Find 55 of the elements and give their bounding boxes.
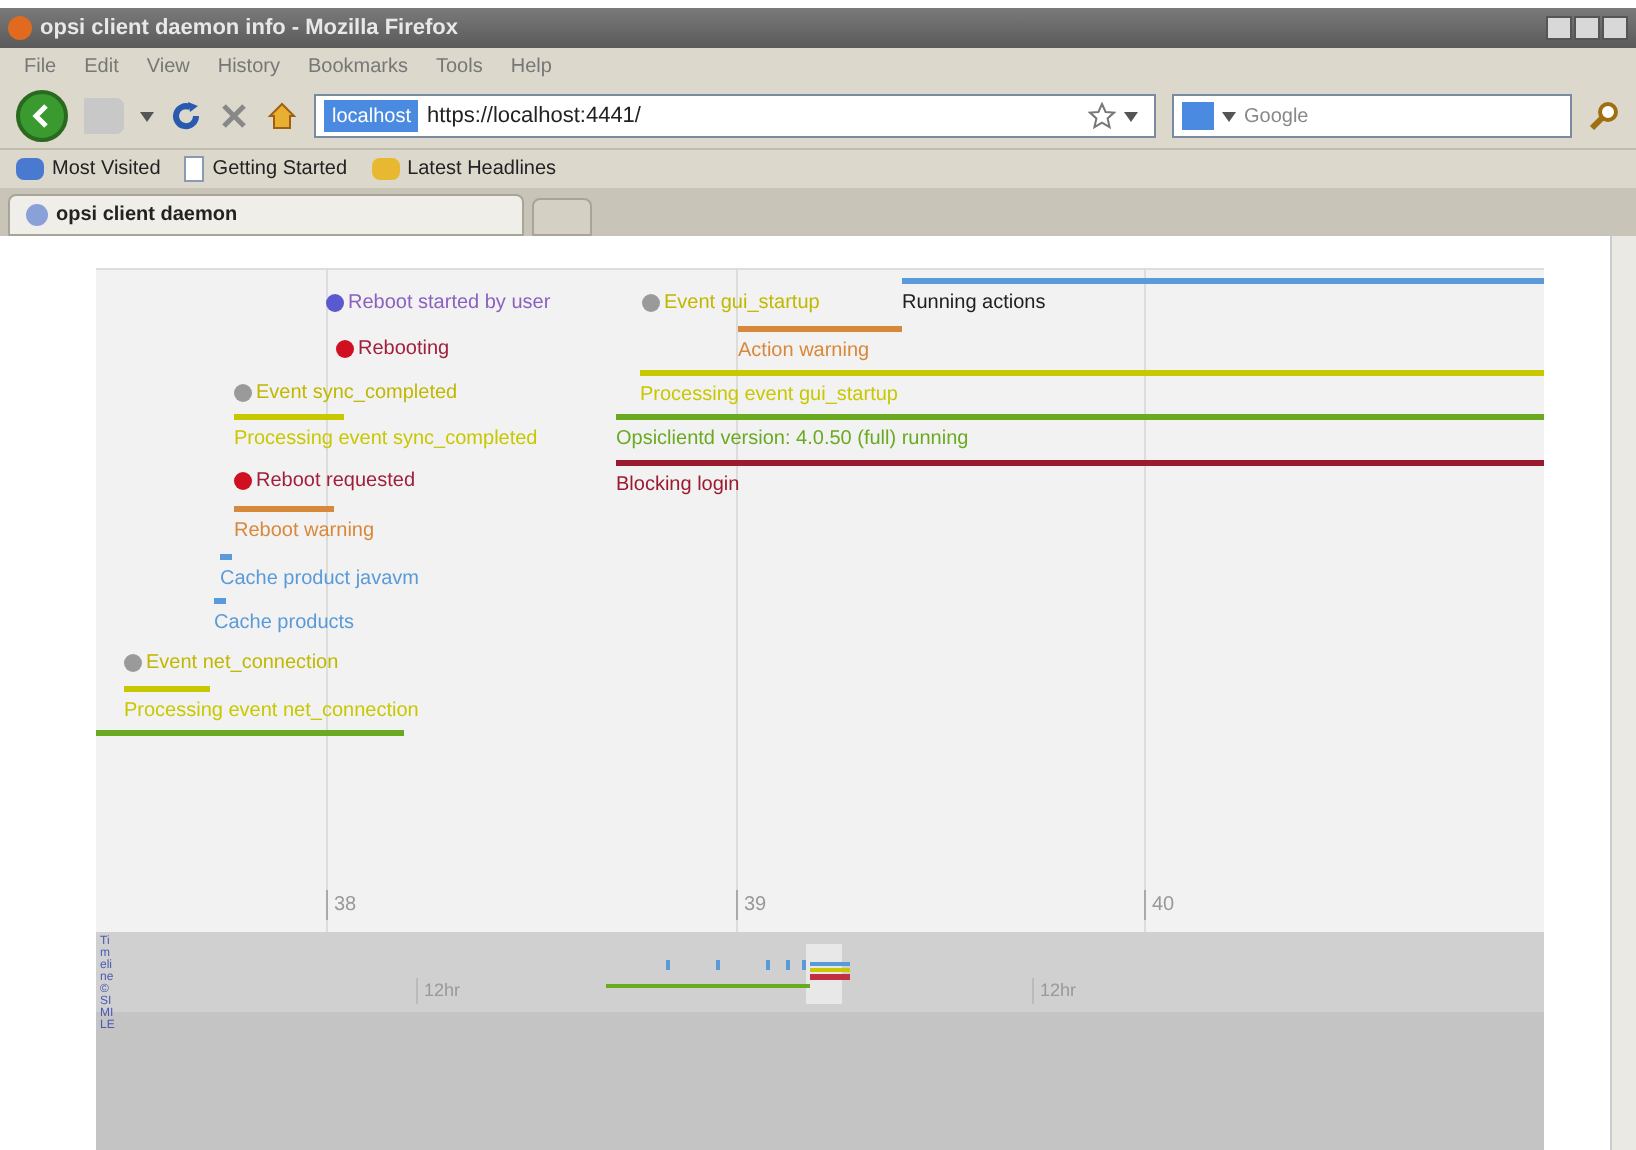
address-field[interactable]: localhost https://localhost:4441/ (314, 94, 1156, 138)
menu-item[interactable]: Edit (84, 51, 119, 81)
scrollbar[interactable] (1610, 236, 1636, 1150)
event-label[interactable]: Processing event sync_completed (234, 424, 538, 454)
home-icon[interactable] (266, 100, 298, 132)
menu-item[interactable]: Tools (436, 51, 483, 81)
globe-icon (26, 204, 48, 226)
folder-icon (371, 158, 400, 180)
search-icon[interactable] (1588, 100, 1620, 132)
dropdown-arrow-icon[interactable] (1222, 111, 1236, 121)
search-input[interactable]: Google (1244, 101, 1562, 131)
search-field[interactable]: Google (1172, 94, 1572, 138)
event-label[interactable]: Event sync_completed (256, 378, 458, 408)
event-label[interactable]: Reboot requested (256, 466, 416, 496)
event-label[interactable]: Opsiclientd version: 4.0.50 (full) running (616, 424, 969, 454)
event-label[interactable]: Reboot warning (234, 516, 375, 546)
date-tick-label: 40 (1144, 890, 1175, 920)
event-label[interactable]: Processing event net_connection (124, 696, 419, 726)
event-label[interactable]: Cache products (214, 608, 355, 638)
browser-tab[interactable]: opsi client daemon (8, 194, 524, 236)
window-title: opsi client daemon info - Mozilla Firefox (40, 13, 461, 44)
url-text: https://localhost:4441/ (426, 101, 643, 132)
bookmark-link[interactable]: Latest Headlines (407, 154, 557, 184)
date-tick-label: 39 (736, 890, 767, 920)
menu-item[interactable]: File (24, 51, 57, 81)
dropdown-arrow-icon[interactable] (1124, 111, 1138, 121)
site-identity-button[interactable]: localhost (324, 100, 419, 132)
menu-item[interactable]: Help (510, 51, 552, 81)
menu-item[interactable]: View (146, 51, 190, 81)
menu-item[interactable]: Bookmarks (307, 51, 408, 81)
back-button[interactable] (16, 90, 68, 142)
browser-logo-icon (8, 16, 32, 40)
maximize-button[interactable] (1574, 16, 1600, 40)
event-label[interactable]: Blocking login (616, 470, 740, 500)
dropdown-arrow-icon[interactable] (140, 111, 154, 121)
stop-icon[interactable] (218, 100, 250, 132)
event-label[interactable]: Reboot started by user (348, 288, 551, 318)
menu-item[interactable]: History (217, 51, 280, 81)
event-label[interactable]: Running actions (902, 288, 1046, 318)
bookmark-link[interactable]: Most Visited (52, 154, 161, 184)
minimize-button[interactable] (1546, 16, 1572, 40)
event-label[interactable]: Event gui_startup (664, 288, 820, 318)
event-label[interactable]: Processing event gui_startup (640, 380, 898, 410)
close-button[interactable] (1602, 16, 1628, 40)
bookmark-link[interactable]: Getting Started (212, 154, 348, 184)
event-label[interactable]: Cache product javavm (220, 564, 419, 594)
star-icon[interactable] (1088, 102, 1116, 130)
event-label[interactable]: Action warning (738, 336, 870, 366)
page-icon (184, 156, 205, 182)
bookmark-folder-icon (16, 158, 44, 180)
date-tick-label: 38 (326, 890, 357, 920)
event-label[interactable]: Rebooting (358, 334, 450, 364)
event-label[interactable]: Event net_connection (146, 648, 339, 678)
reload-icon[interactable] (170, 100, 202, 132)
new-tab-button[interactable] (532, 198, 592, 236)
